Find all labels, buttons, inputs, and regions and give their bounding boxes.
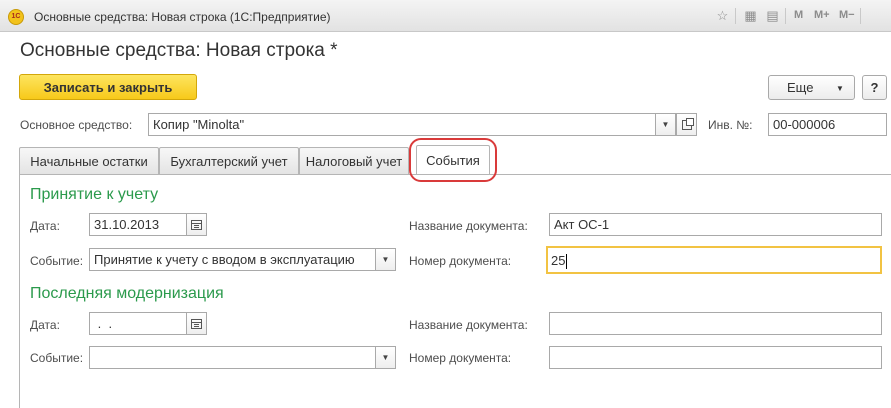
asset-open-button[interactable] xyxy=(676,113,697,136)
tab-tax-accounting[interactable]: Налоговый учет xyxy=(299,147,409,174)
acceptance-event-dropdown-button[interactable]: ▼ xyxy=(375,248,396,271)
inventory-number-input[interactable]: 00-000006 xyxy=(768,113,887,136)
calendar-icon[interactable]: ▤ xyxy=(765,8,780,23)
modernization-docnum-input[interactable] xyxy=(549,346,882,369)
toolbar-separator xyxy=(735,8,736,24)
acceptance-docnum-value: 25 xyxy=(551,253,566,268)
acceptance-docname-label: Название документа: xyxy=(409,219,528,233)
tab-highlight-circle xyxy=(409,138,497,182)
text-cursor xyxy=(566,254,568,270)
calculator-icon[interactable]: ▦ xyxy=(743,8,758,23)
modernization-docname-label: Название документа: xyxy=(409,318,528,332)
modernization-date-calendar-button[interactable] xyxy=(186,312,207,335)
modernization-docnum-label: Номер документа: xyxy=(409,351,512,365)
asset-dropdown-button[interactable]: ▼ xyxy=(655,113,676,136)
inventory-number-label: Инв. №: xyxy=(708,118,753,132)
help-button[interactable]: ? xyxy=(862,75,887,100)
acceptance-date-input[interactable]: 31.10.2013 xyxy=(89,213,187,236)
tab-accounting[interactable]: Бухгалтерский учет xyxy=(159,147,299,174)
modernization-date-input[interactable]: . . xyxy=(89,312,187,335)
toolbar-separator xyxy=(860,8,861,24)
more-button-label: Еще xyxy=(787,80,814,95)
chevron-down-icon: ▼ xyxy=(381,353,390,362)
acceptance-date-calendar-button[interactable] xyxy=(186,213,207,236)
chevron-down-icon: ▼ xyxy=(661,120,670,129)
modernization-event-label: Событие: xyxy=(30,351,84,365)
more-button[interactable]: Еще ▼ xyxy=(768,75,855,100)
1c-app-icon[interactable]: 1C xyxy=(8,9,24,25)
modernization-event-input[interactable] xyxy=(89,346,376,369)
acceptance-event-input[interactable]: Принятие к учету с вводом в эксплуатацию xyxy=(89,248,376,271)
modernization-docname-input[interactable] xyxy=(549,312,882,335)
acceptance-docnum-input[interactable]: 25 xyxy=(546,246,882,274)
window-title: Основные средства: Новая строка (1С:Пред… xyxy=(34,10,331,24)
calendar-icon xyxy=(191,219,202,230)
asset-label: Основное средство: xyxy=(20,118,133,132)
asset-input[interactable]: Копир "Minolta" xyxy=(148,113,656,136)
memory-m-button[interactable]: M xyxy=(794,9,803,21)
modernization-event-dropdown-button[interactable]: ▼ xyxy=(375,346,396,369)
acceptance-date-label: Дата: xyxy=(30,219,60,233)
chevron-down-icon: ▼ xyxy=(381,255,390,264)
memory-plus-button[interactable]: M+ xyxy=(814,9,830,21)
open-icon xyxy=(681,117,694,130)
memory-minus-button[interactable]: M− xyxy=(839,9,855,21)
section-acceptance-heading: Принятие к учету xyxy=(30,186,159,203)
tab-initial-balances[interactable]: Начальные остатки xyxy=(19,147,159,174)
calendar-icon xyxy=(191,318,202,329)
form-title: Основные средства: Новая строка * xyxy=(20,40,338,61)
acceptance-docname-input[interactable]: Акт ОС-1 xyxy=(549,213,882,236)
acceptance-event-label: Событие: xyxy=(30,254,84,268)
modernization-date-label: Дата: xyxy=(30,318,60,332)
section-modernization-heading: Последняя модернизация xyxy=(30,285,224,302)
chevron-down-icon: ▼ xyxy=(836,84,844,93)
star-icon[interactable]: ☆ xyxy=(715,8,730,23)
save-and-close-button[interactable]: Записать и закрыть xyxy=(19,74,197,100)
toolbar-separator xyxy=(785,8,786,24)
acceptance-docnum-label: Номер документа: xyxy=(409,254,512,268)
